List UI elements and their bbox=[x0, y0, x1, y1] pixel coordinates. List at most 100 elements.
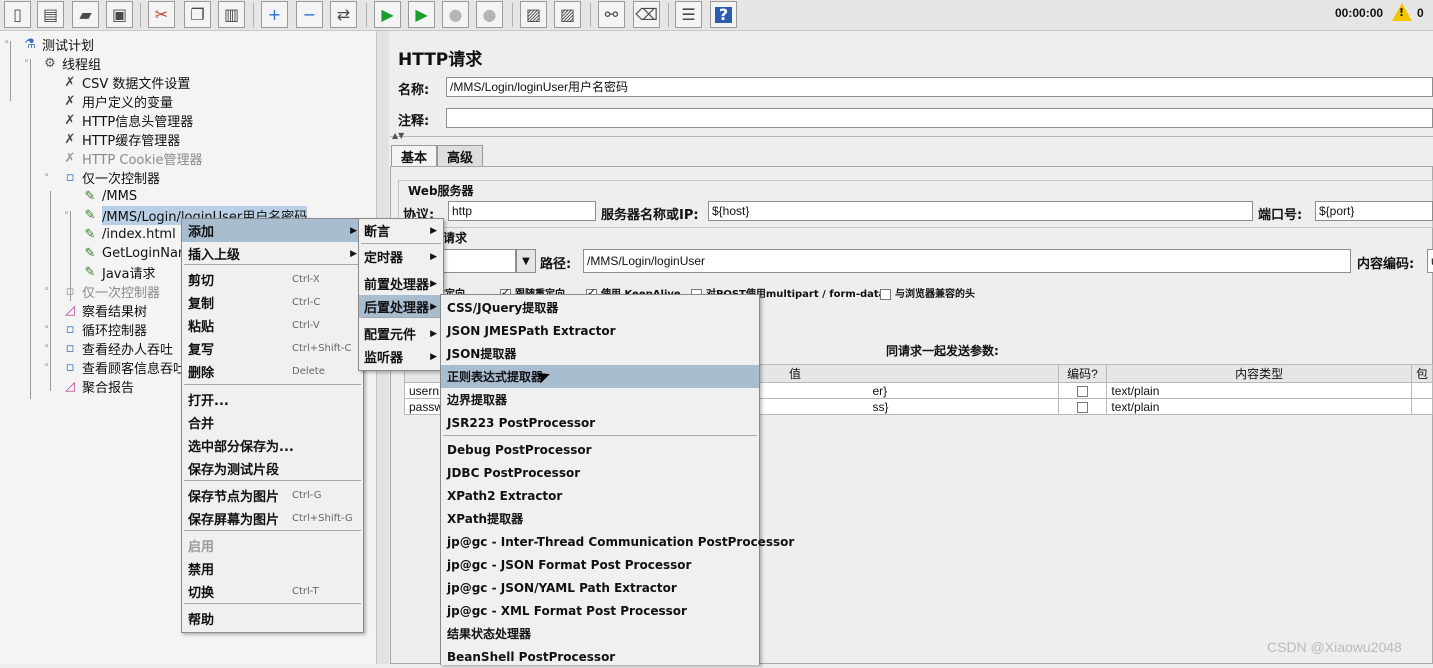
encode-checkbox[interactable] bbox=[1076, 385, 1088, 397]
save-disk-button[interactable]: ▣ bbox=[106, 1, 133, 28]
context-menu-item[interactable]: 删除 Delete bbox=[182, 360, 363, 383]
tree-node[interactable]: ◿ 聚合报告 bbox=[62, 377, 134, 396]
context-menu-item[interactable]: 添加 ▶ bbox=[182, 219, 363, 242]
checkbox-box[interactable] bbox=[880, 288, 891, 300]
tab-advanced[interactable]: 高级 bbox=[437, 145, 483, 166]
add-submenu-item[interactable]: 监听器 ▶ bbox=[359, 345, 443, 368]
copy-button[interactable]: ❐ bbox=[184, 1, 211, 28]
method-dropdown-arrow-icon[interactable]: ▼ bbox=[516, 249, 536, 273]
tree-expand-toggle-icon[interactable]: ◦ bbox=[64, 209, 69, 219]
clear-all-button[interactable]: ▨ bbox=[554, 1, 581, 28]
param-encode-cell[interactable] bbox=[1057, 382, 1108, 399]
clear-button[interactable]: ▨ bbox=[520, 1, 547, 28]
post-processor-item[interactable]: JSON JMESPath Extractor bbox=[441, 319, 759, 342]
context-menu-item[interactable]: 插入上级 ▶ bbox=[182, 242, 363, 265]
context-menu-item[interactable]: 复制 Ctrl-C bbox=[182, 291, 363, 314]
post-processor-item[interactable]: jp@gc - JSON Format Post Processor bbox=[441, 553, 759, 576]
params-header-encode[interactable]: 编码? bbox=[1057, 364, 1108, 383]
tree-node[interactable]: ▫ 查看经办人吞吐 bbox=[62, 339, 173, 358]
params-header-content-type[interactable]: 内容类型 bbox=[1106, 364, 1412, 383]
add-submenu-item[interactable]: 配置元件 ▶ bbox=[359, 322, 443, 345]
add-submenu-item[interactable]: 前置处理器 ▶ bbox=[359, 272, 443, 295]
templates-book-button[interactable]: ▤ bbox=[37, 1, 64, 28]
tree-node[interactable]: ✗ HTTP信息头管理器 bbox=[62, 111, 194, 130]
tree-expand-toggle-icon[interactable]: ◦ bbox=[44, 171, 49, 181]
open-folder-button[interactable]: ▰ bbox=[72, 1, 99, 28]
context-menu-item[interactable]: 选中部分保存为... bbox=[182, 434, 363, 457]
tree-node[interactable]: ✎ /MMS bbox=[82, 187, 138, 205]
name-field[interactable]: /MMS/Login/loginUser用户名密码 bbox=[446, 77, 1433, 97]
add-submenu-item[interactable]: 定时器 ▶ bbox=[359, 245, 443, 268]
port-field[interactable]: ${port} bbox=[1315, 201, 1433, 221]
context-menu-item[interactable]: 剪切 Ctrl-X bbox=[182, 268, 363, 291]
post-processor-item[interactable]: 结果状态处理器 bbox=[441, 622, 759, 645]
context-menu-item[interactable]: 帮助 bbox=[182, 607, 363, 630]
add-submenu-item[interactable]: 断言 ▶ bbox=[359, 219, 443, 242]
post-processor-item[interactable]: BeanShell PostProcessor bbox=[441, 645, 759, 668]
tree-node[interactable]: ✗ 用户定义的变量 bbox=[62, 92, 173, 111]
help-button[interactable]: ? bbox=[710, 1, 737, 28]
expand-plus-button[interactable]: + bbox=[261, 1, 288, 28]
path-field[interactable]: /MMS/Login/loginUser bbox=[583, 249, 1351, 273]
context-menu-item[interactable]: 打开... bbox=[182, 388, 363, 411]
start-no-pause-button[interactable]: ▶ bbox=[408, 1, 435, 28]
collapse-arrows-icon[interactable]: ▲▼ bbox=[392, 131, 404, 140]
post-processor-item[interactable]: Debug PostProcessor bbox=[441, 438, 759, 461]
tab-basic[interactable]: 基本 bbox=[391, 145, 437, 166]
tree-node[interactable]: ✗ CSV 数据文件设置 bbox=[62, 73, 191, 92]
tree-node[interactable]: ⚗ 测试计划 bbox=[22, 35, 94, 54]
protocol-field[interactable]: http bbox=[448, 201, 596, 221]
param-content-type-cell[interactable]: text/plain bbox=[1106, 382, 1412, 399]
tree-expand-toggle-icon[interactable]: ◦ bbox=[24, 57, 29, 67]
post-processor-item[interactable]: 正则表达式提取器 bbox=[441, 365, 759, 388]
context-menu-item[interactable]: 禁用 bbox=[182, 557, 363, 580]
tree-node[interactable]: ▫仅一次控制器 bbox=[62, 282, 160, 301]
tree-node[interactable]: ▫ 查看顾客信息吞吐 bbox=[62, 358, 186, 377]
toggle-button[interactable]: ⇄ bbox=[330, 1, 357, 28]
post-processor-item[interactable]: XPath2 Extractor bbox=[441, 484, 759, 507]
tree-node[interactable]: ◿ 察看结果树 bbox=[62, 301, 147, 320]
paste-button[interactable]: ▥ bbox=[218, 1, 245, 28]
post-processor-item[interactable]: CSS/JQuery提取器 bbox=[441, 296, 759, 319]
context-menu-item[interactable]: 粘贴 Ctrl-V bbox=[182, 314, 363, 337]
tree-expand-toggle-icon[interactable]: ◦ bbox=[44, 342, 49, 352]
context-menu-item[interactable]: 保存节点为图片 Ctrl-G bbox=[182, 484, 363, 507]
stop-button[interactable]: ● bbox=[442, 1, 469, 28]
context-menu-item[interactable]: 切换 Ctrl-T bbox=[182, 580, 363, 603]
search-binoculars-button[interactable]: ⚯ bbox=[598, 1, 625, 28]
post-processor-item[interactable]: JDBC PostProcessor bbox=[441, 461, 759, 484]
encoding-field[interactable]: u bbox=[1427, 249, 1433, 273]
post-processor-item[interactable]: JSON提取器 bbox=[441, 342, 759, 365]
context-menu-item[interactable]: 合并 bbox=[182, 411, 363, 434]
collapse-minus-button[interactable]: − bbox=[296, 1, 323, 28]
post-processor-item[interactable]: jp@gc - XML Format Post Processor bbox=[441, 599, 759, 622]
param-include-cell[interactable] bbox=[1410, 382, 1433, 399]
new-template-button[interactable]: ▯ bbox=[4, 1, 31, 28]
context-menu-item[interactable]: 复写 Ctrl+Shift-C bbox=[182, 337, 363, 360]
tree-node[interactable]: ▫仅一次控制器 bbox=[62, 168, 160, 187]
tree-node[interactable]: ✎ GetLoginNam bbox=[82, 244, 191, 262]
reset-search-broom-button[interactable]: ⌫ bbox=[633, 1, 660, 28]
tree-node[interactable]: ▫ 循环控制器 bbox=[62, 320, 147, 339]
start-button[interactable]: ▶ bbox=[374, 1, 401, 28]
method-select[interactable] bbox=[440, 249, 516, 273]
tree-node[interactable]: ✗ HTTP Cookie管理器 bbox=[62, 149, 203, 168]
cut-button[interactable]: ✂ bbox=[148, 1, 175, 28]
server-field[interactable]: ${host} bbox=[708, 201, 1253, 221]
post-processor-item[interactable]: JSR223 PostProcessor bbox=[441, 411, 759, 434]
param-content-type-cell[interactable]: text/plain bbox=[1106, 398, 1412, 415]
tree-expand-toggle-icon[interactable]: ◦ bbox=[44, 323, 49, 333]
post-processor-item[interactable]: jp@gc - Inter-Thread Communication PostP… bbox=[441, 530, 794, 553]
context-menu-item[interactable]: 保存为测试片段 bbox=[182, 457, 363, 480]
params-header-include[interactable]: 包 bbox=[1410, 364, 1433, 383]
function-helper-list-button[interactable]: ☰ bbox=[675, 1, 702, 28]
tree-node[interactable]: ✎ Java请求 bbox=[82, 263, 156, 282]
add-submenu-item[interactable]: 后置处理器 ▶ bbox=[359, 295, 443, 318]
post-processor-item[interactable]: 边界提取器 bbox=[441, 388, 759, 411]
option-checkbox[interactable]: 与浏览器兼容的头 bbox=[880, 285, 975, 300]
encode-checkbox[interactable] bbox=[1076, 401, 1088, 413]
shutdown-button[interactable]: ● bbox=[476, 1, 503, 28]
tree-node[interactable]: ⚙ 线程组 bbox=[42, 54, 101, 73]
tree-node[interactable]: ✎ /index.html bbox=[82, 225, 176, 243]
tree-expand-toggle-icon[interactable]: ◦ bbox=[4, 38, 9, 48]
